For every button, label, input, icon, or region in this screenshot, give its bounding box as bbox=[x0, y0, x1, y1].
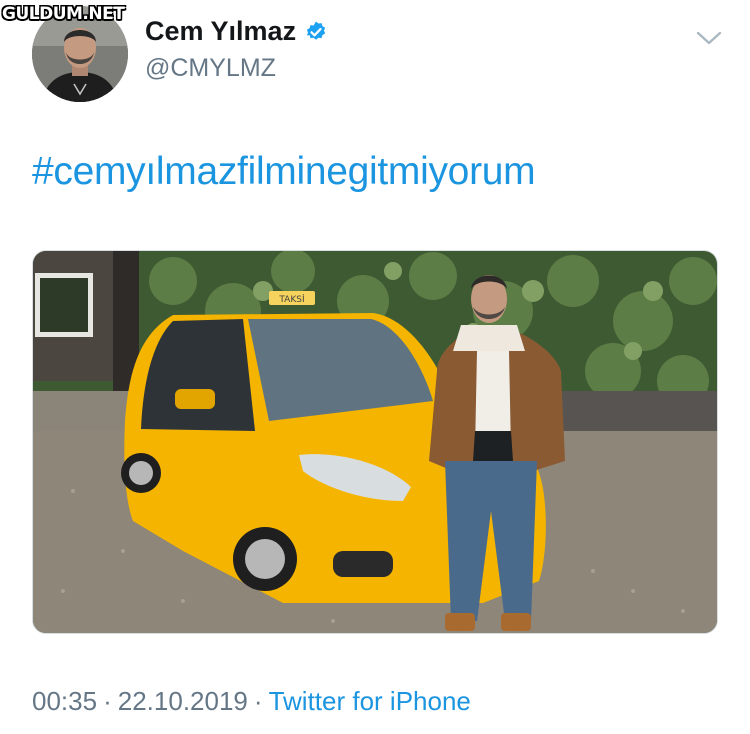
taxi-sign-text: TAKSİ bbox=[278, 294, 304, 305]
tweet-photo[interactable]: TAKSİ bbox=[32, 250, 718, 634]
watermark-logo: GULDUM.NET bbox=[2, 4, 125, 24]
tweet-source-link[interactable]: Twitter for iPhone bbox=[269, 686, 471, 716]
tweet-metadata: 00:35 · 22.10.2019 · Twitter for iPhone bbox=[32, 686, 471, 717]
tweet-hashtag-link[interactable]: #cemyılmazfilminegitmiyorum bbox=[32, 150, 536, 194]
meta-separator: · bbox=[103, 686, 112, 716]
photo-man-with-yellow-taxi-image: TAKSİ bbox=[33, 251, 717, 633]
meta-separator: · bbox=[253, 686, 263, 716]
verified-badge-icon bbox=[306, 21, 326, 40]
author-display-name[interactable]: Cem Yılmaz bbox=[145, 16, 328, 47]
chevron-down-icon[interactable] bbox=[694, 26, 724, 50]
tweet-time: 00:35 bbox=[32, 686, 98, 716]
tweet-date: 22.10.2019 bbox=[117, 686, 248, 716]
author-handle[interactable]: @CMYLMZ bbox=[145, 54, 276, 83]
author-name-text: Cem Yılmaz bbox=[145, 16, 297, 46]
